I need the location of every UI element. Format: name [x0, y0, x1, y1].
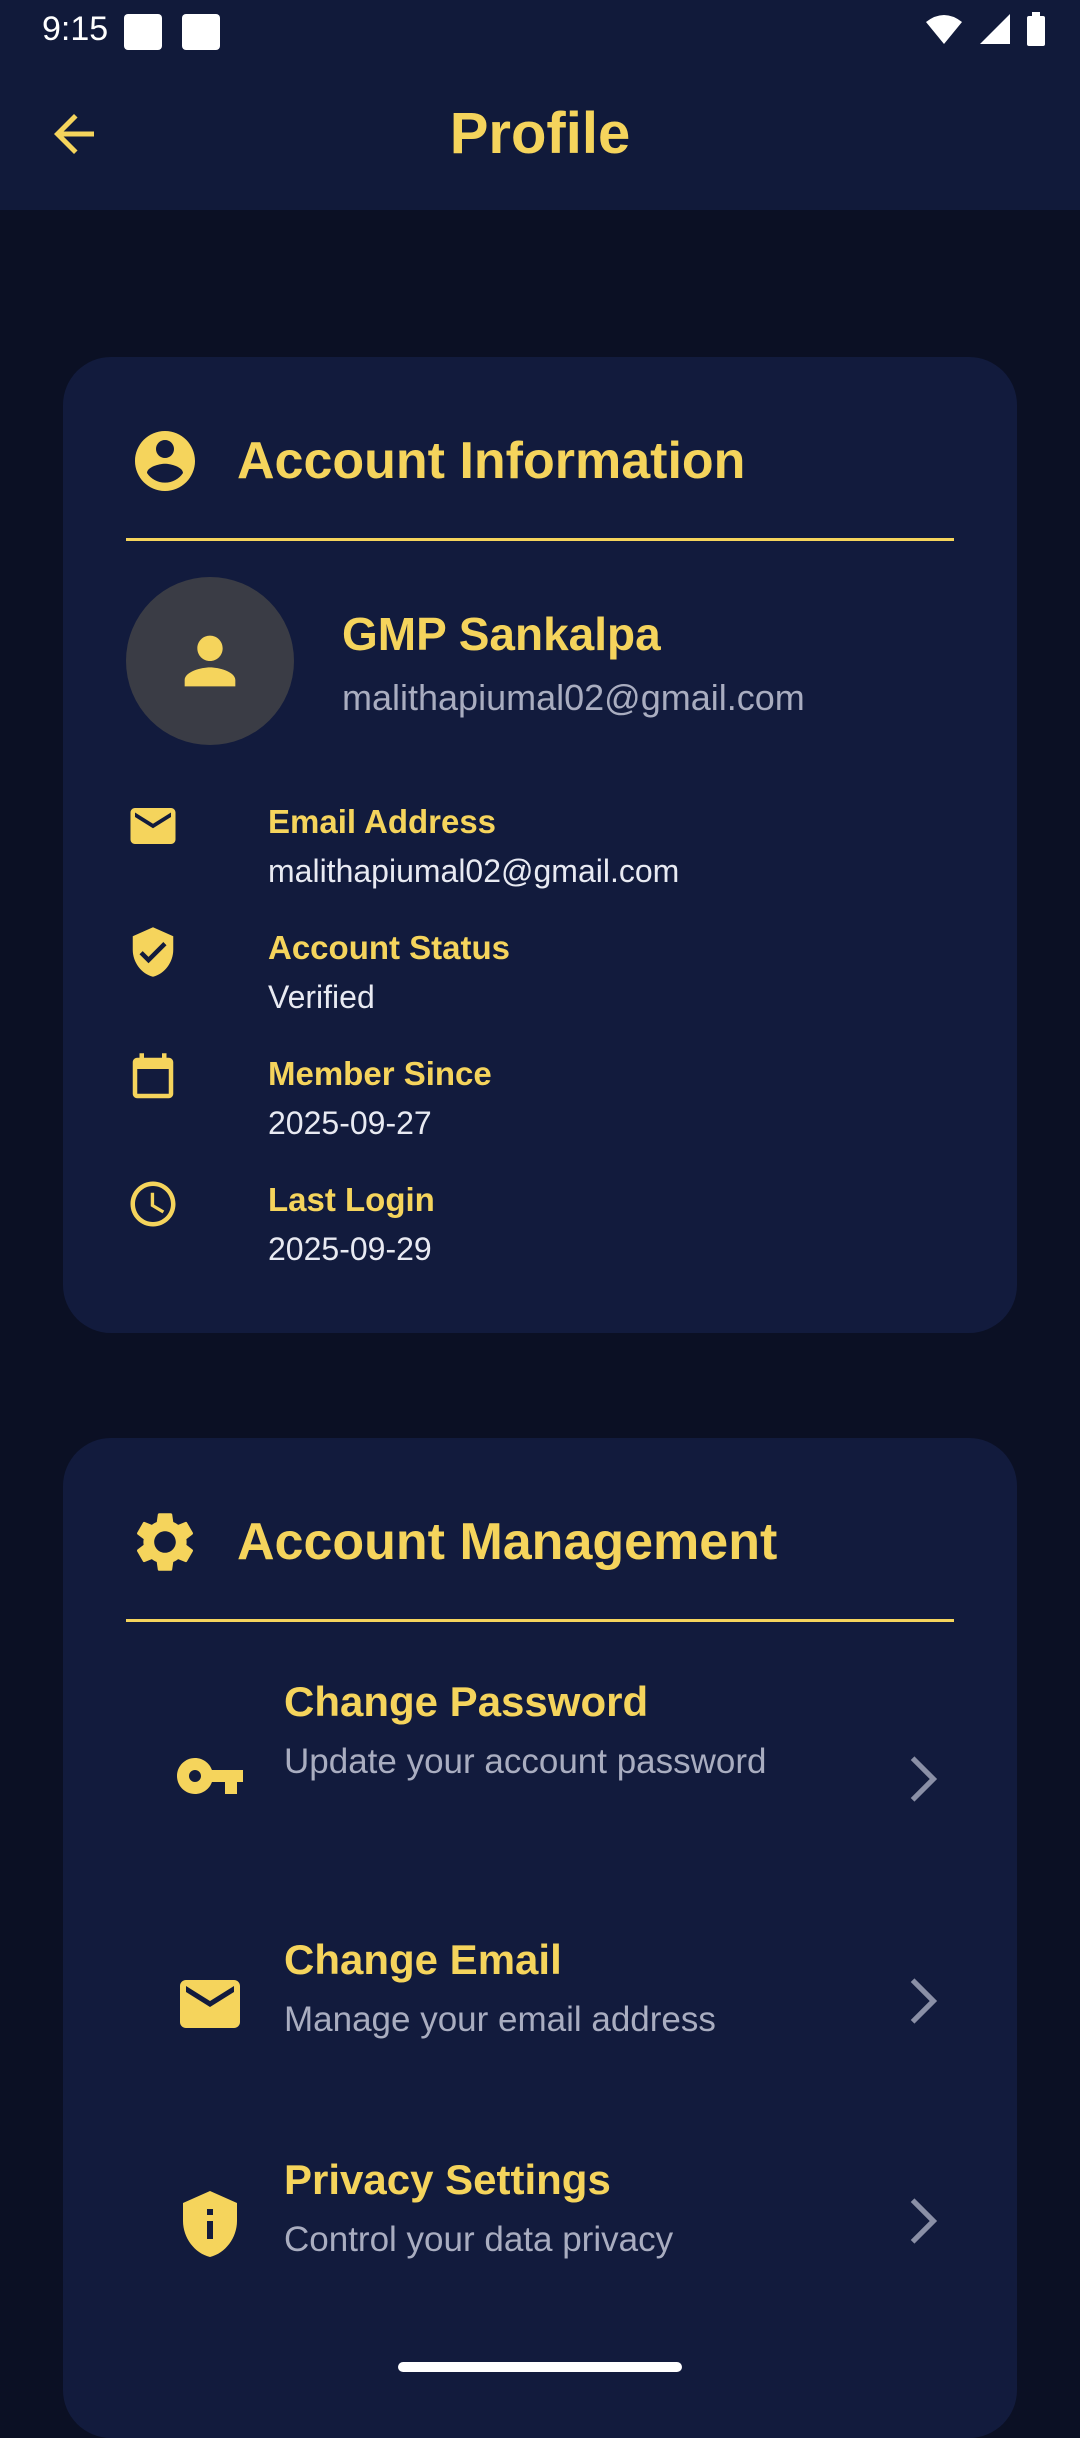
account-information-title: Account Information — [237, 432, 746, 490]
chevron-right-icon — [910, 1978, 938, 2024]
user-email: malithapiumal02@gmail.com — [342, 677, 805, 718]
privacy-shield-icon — [170, 2184, 250, 2264]
user-name: GMP Sankalpa — [342, 608, 661, 660]
calendar-icon — [132, 1053, 174, 1099]
info-label: Email Address — [268, 803, 497, 840]
account-management-title: Account Management — [237, 1513, 778, 1571]
section-divider — [126, 538, 954, 541]
change-password-item[interactable]: Change Password Update your account pass… — [126, 1678, 954, 1868]
info-row-status: Account Status Verified — [126, 925, 946, 1035]
signal-icon — [980, 14, 1010, 44]
notification-icon — [182, 14, 220, 50]
privacy-settings-subtitle: Control your data privacy — [284, 2220, 674, 2259]
home-indicator[interactable] — [398, 2362, 682, 2372]
info-row-member-since: Member Since 2025-09-27 — [126, 1051, 946, 1161]
account-circle-icon — [135, 431, 195, 491]
info-label: Account Status — [268, 929, 511, 966]
account-information-card: Account Information GMP Sankalpa malitha… — [63, 357, 1017, 1333]
clock-icon — [130, 1181, 176, 1227]
info-value: Verified — [268, 979, 375, 1015]
change-password-title: Change Password — [284, 1678, 649, 1725]
info-label: Last Login — [268, 1181, 435, 1218]
battery-icon — [1027, 12, 1045, 46]
info-value: 2025-09-29 — [268, 1231, 432, 1267]
status-time: 9:15 — [42, 10, 109, 48]
info-value: 2025-09-27 — [268, 1105, 432, 1141]
change-email-title: Change Email — [284, 1936, 562, 1983]
gear-icon — [136, 1513, 194, 1571]
account-management-card: Account Management Change Password Updat… — [63, 1438, 1017, 2438]
email-icon — [130, 808, 176, 844]
info-value: malithapiumal02@gmail.com — [268, 853, 680, 889]
chevron-right-icon — [910, 2198, 938, 2244]
key-icon — [170, 1736, 250, 1816]
status-bar: 9:15 — [0, 0, 1080, 62]
wifi-icon — [926, 15, 962, 44]
info-label: Member Since — [268, 1055, 492, 1092]
chevron-right-icon — [910, 1756, 938, 1802]
page-title: Profile — [449, 101, 631, 166]
info-row-last-login: Last Login 2025-09-29 — [126, 1177, 946, 1287]
privacy-settings-item[interactable]: Privacy Settings Control your data priva… — [126, 2156, 954, 2286]
account-information-header: Account Information — [129, 425, 745, 497]
account-management-header: Account Management — [129, 1506, 777, 1578]
change-password-subtitle: Update your account password — [284, 1742, 767, 1781]
person-icon — [184, 635, 236, 687]
privacy-settings-title: Privacy Settings — [284, 2156, 611, 2203]
change-email-subtitle: Manage your email address — [284, 2000, 716, 2039]
email-icon — [170, 1964, 250, 2044]
notification-icon — [124, 14, 162, 50]
verified-shield-icon — [132, 927, 174, 977]
app-bar: Profile — [0, 62, 1080, 210]
change-email-item[interactable]: Change Email Manage your email address — [126, 1936, 954, 2066]
section-divider — [126, 1619, 954, 1622]
avatar — [126, 577, 294, 745]
info-row-email: Email Address malithapiumal02@gmail.com — [126, 799, 946, 909]
